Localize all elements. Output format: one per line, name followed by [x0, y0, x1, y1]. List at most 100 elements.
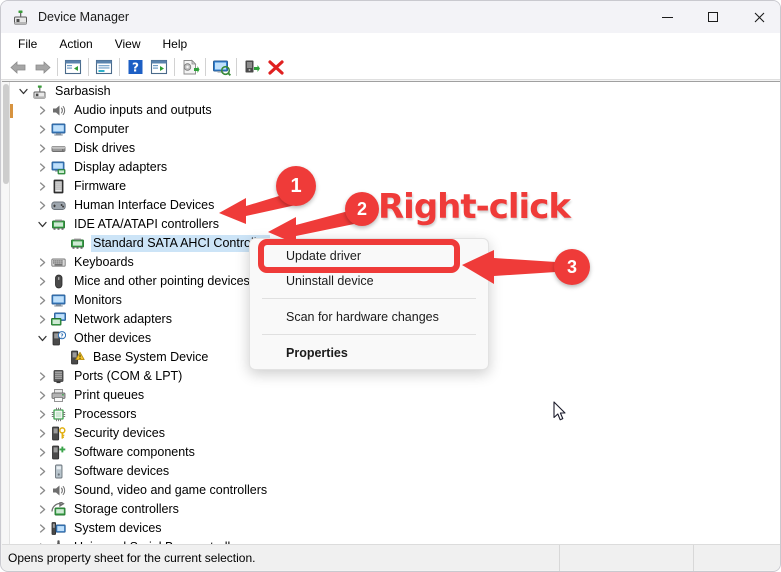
firmware-icon [50, 178, 67, 195]
storage-controller-icon [50, 501, 67, 518]
speaker-icon [50, 482, 67, 499]
tree-item-label: Disk drives [74, 141, 136, 155]
maximize-button[interactable] [690, 1, 736, 33]
tree-item-security-devices[interactable]: Security devices [11, 424, 771, 443]
chevron-right-icon[interactable] [34, 367, 50, 386]
software-device-icon [50, 463, 67, 480]
mouse-icon [50, 273, 67, 290]
tree-item-storage-controllers[interactable]: Storage controllers [11, 500, 771, 519]
ctx-properties[interactable]: Properties [250, 340, 488, 365]
chevron-right-icon[interactable] [34, 405, 50, 424]
chevron-right-icon[interactable] [34, 120, 50, 139]
tree-item-software-devices[interactable]: Software devices [11, 462, 771, 481]
tree-item-label: Keyboards [74, 255, 134, 269]
toolbar-separator [205, 58, 206, 76]
chevron-right-icon[interactable] [34, 443, 50, 462]
chevron-right-icon[interactable] [34, 177, 50, 196]
warning-device-icon [69, 349, 86, 366]
security-device-icon [50, 425, 67, 442]
chevron-right-icon[interactable] [34, 462, 50, 481]
chevron-right-icon[interactable] [34, 101, 50, 120]
system-device-icon [50, 520, 67, 537]
device-manager-icon [11, 8, 29, 26]
annotation-callout-right-click: Right-click [377, 186, 572, 229]
mouse-cursor [553, 401, 566, 421]
menu-view[interactable]: View [104, 35, 152, 53]
tree-item-root[interactable]: Sarbasish [11, 82, 771, 101]
scan-hardware-changes-icon[interactable] [209, 56, 233, 78]
tree-item-label: Monitors [74, 293, 122, 307]
show-hide-action-pane-icon[interactable] [147, 56, 171, 78]
svg-text:?: ? [132, 60, 139, 74]
uninstall-device-icon[interactable] [264, 56, 288, 78]
software-component-icon [50, 444, 67, 461]
forward-icon[interactable] [30, 56, 54, 78]
close-button[interactable] [736, 1, 780, 33]
update-driver-icon[interactable] [178, 56, 202, 78]
menu-file[interactable]: File [7, 35, 48, 53]
tree-item-label: Print queues [74, 388, 145, 402]
tree-item-computer[interactable]: Computer [11, 120, 771, 139]
status-bar: Opens property sheet for the current sel… [2, 544, 780, 571]
ide-controller-icon [69, 235, 86, 252]
tree-item-label: Display adapters [74, 160, 168, 174]
device-manager-window: Device Manager File Action View Help ? S… [0, 0, 781, 572]
computer-root-icon [31, 83, 48, 100]
tree-item-label: Firmware [74, 179, 127, 193]
tree-item-print-queues[interactable]: Print queues [11, 386, 771, 405]
tree-item-label: Audio inputs and outputs [74, 103, 212, 117]
context-menu-separator [262, 298, 476, 299]
tree-item-disk-drives[interactable]: Disk drives [11, 139, 771, 158]
tree-item-label: Software devices [74, 464, 170, 478]
tree-item-label: Base System Device [93, 350, 209, 364]
chevron-right-icon[interactable] [34, 519, 50, 538]
printer-icon [50, 387, 67, 404]
tree-item-label: Network adapters [74, 312, 172, 326]
chevron-down-icon[interactable] [34, 329, 50, 348]
window-controls [644, 1, 780, 33]
chevron-right-icon[interactable] [34, 158, 50, 177]
tree-item-label: Sound, video and game controllers [74, 483, 268, 497]
help-icon[interactable]: ? [123, 56, 147, 78]
chevron-right-icon[interactable] [34, 291, 50, 310]
chevron-down-icon[interactable] [34, 215, 50, 234]
toolbar-separator [88, 58, 89, 76]
chevron-right-icon[interactable] [34, 386, 50, 405]
properties-icon[interactable] [92, 56, 116, 78]
chevron-right-icon[interactable] [34, 272, 50, 291]
tree-item-software-components[interactable]: Software components [11, 443, 771, 462]
chevron-right-icon[interactable] [34, 196, 50, 215]
minimize-button[interactable] [644, 1, 690, 33]
ctx-scan-hardware-changes[interactable]: Scan for hardware changes [250, 304, 488, 329]
tree-item-label: Sarbasish [55, 84, 111, 98]
tree-scrollbar-thumb[interactable] [3, 84, 9, 184]
processor-icon [50, 406, 67, 423]
chevron-down-icon[interactable] [15, 82, 31, 101]
enable-device-icon[interactable] [240, 56, 264, 78]
tree-scrollbar[interactable] [2, 82, 10, 544]
back-icon[interactable] [6, 56, 30, 78]
menu-help[interactable]: Help [152, 35, 199, 53]
chevron-right-icon[interactable] [34, 500, 50, 519]
tree-item-system-devices[interactable]: System devices [11, 519, 771, 538]
show-hide-console-tree-icon[interactable] [61, 56, 85, 78]
network-adapter-icon [50, 311, 67, 328]
chevron-right-icon[interactable] [34, 481, 50, 500]
chevron-right-icon[interactable] [34, 253, 50, 272]
tree-item-label: Computer [74, 122, 129, 136]
chevron-right-icon[interactable] [34, 424, 50, 443]
menu-action[interactable]: Action [48, 35, 103, 53]
status-message: Opens property sheet for the current sel… [8, 550, 256, 565]
tree-item-display-adapters[interactable]: Display adapters [11, 158, 771, 177]
status-panel-3 [694, 545, 780, 571]
tree-item-label: Standard SATA AHCI Controller [91, 235, 270, 252]
tree-item-sound-video-and-game-controllers[interactable]: Sound, video and game controllers [11, 481, 771, 500]
chevron-right-icon[interactable] [34, 139, 50, 158]
tree-item-label: Other devices [74, 331, 152, 345]
toolbar: ? [1, 55, 780, 80]
tree-item-audio-inputs-and-outputs[interactable]: Audio inputs and outputs [11, 101, 771, 120]
tree-item-label: Security devices [74, 426, 166, 440]
toolbar-separator [119, 58, 120, 76]
chevron-right-icon[interactable] [34, 310, 50, 329]
tree-item-processors[interactable]: Processors [11, 405, 771, 424]
